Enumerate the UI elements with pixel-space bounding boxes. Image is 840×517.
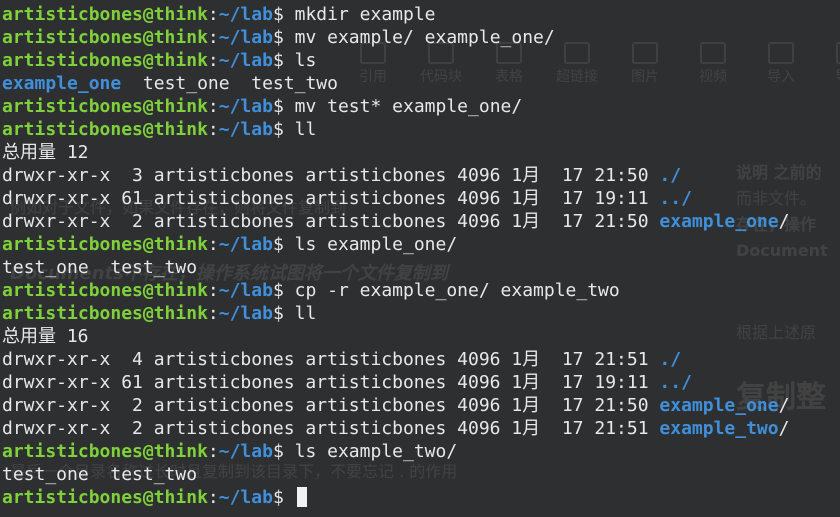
output-line: 总用量 12 [2,141,789,164]
prompt-line: artisticbones@think:~/lab$ cp -r example… [2,279,789,302]
listing-columns: drwxr-xr-x 61 artisticbones artisticbone… [2,188,660,209]
prompt-symbol: $ [272,441,295,462]
prompt-path: ~/lab [218,50,273,71]
prompt-separator: : [207,234,219,255]
text-cursor [296,487,307,507]
prompt-user-host: artisticbones@think [2,441,208,462]
directory-name: example_two [659,418,779,439]
prompt-user-host: artisticbones@think [2,303,208,324]
command-text: ll [294,119,317,140]
output-line: example_one test_one test_two [2,72,789,95]
prompt-symbol: $ [272,487,295,508]
prompt-user-host: artisticbones@think [2,119,208,140]
output-text: test_one test_two [2,257,198,278]
prompt-path: ~/lab [218,303,273,324]
directory-name: example_one [659,211,779,232]
path-suffix: / [778,211,790,232]
prompt-symbol: $ [272,96,295,117]
listing-columns: drwxr-xr-x 2 artisticbones artisticbones… [2,418,660,439]
path-suffix: / [778,418,790,439]
directory-name: example_one [2,73,122,94]
prompt-symbol: $ [272,234,295,255]
prompt-separator: : [207,119,219,140]
prompt-user-host: artisticbones@think [2,96,208,117]
prompt-line: artisticbones@think:~/lab$ mv test* exam… [2,95,789,118]
prompt-symbol: $ [272,119,295,140]
output-line: drwxr-xr-x 2 artisticbones artisticbones… [2,210,789,233]
output-line: drwxr-xr-x 61 artisticbones artisticbone… [2,371,789,394]
output-line: test_one test_two [2,256,789,279]
output-line: drwxr-xr-x 3 artisticbones artisticbones… [2,164,789,187]
output-text: 总用量 16 [2,326,89,347]
prompt-separator: : [207,303,219,324]
toolbar-icon [836,42,840,64]
prompt-symbol: $ [272,280,295,301]
command-text: mv example/ example_one/ [294,27,555,48]
directory-name: ../ [659,372,692,393]
ghost-toolbar-label: 导出 [835,69,840,85]
output-line: 总用量 16 [2,325,789,348]
prompt-path: ~/lab [218,234,273,255]
prompt-symbol: $ [272,27,295,48]
output-line: test_one test_two [2,463,789,486]
listing-columns: drwxr-xr-x 3 artisticbones artisticbones… [2,165,660,186]
prompt-line: artisticbones@think:~/lab$ ll [2,118,789,141]
prompt-symbol: $ [272,50,295,71]
listing-columns: drwxr-xr-x 2 artisticbones artisticbones… [2,211,660,232]
output-line: drwxr-xr-x 61 artisticbones artisticbone… [2,187,789,210]
command-text: ls example_one/ [294,234,458,255]
prompt-separator: : [207,4,219,25]
output-line: drwxr-xr-x 4 artisticbones artisticbones… [2,348,789,371]
prompt-separator: : [207,487,219,508]
prompt-user-host: artisticbones@think [2,234,208,255]
prompt-path: ~/lab [218,27,273,48]
prompt-user-host: artisticbones@think [2,280,208,301]
output-line: drwxr-xr-x 2 artisticbones artisticbones… [2,394,789,417]
prompt-separator: : [207,280,219,301]
output-line: drwxr-xr-x 2 artisticbones artisticbones… [2,417,789,440]
directory-name: ./ [659,349,682,370]
prompt-line: artisticbones@think:~/lab$ ls [2,49,789,72]
directory-name: ./ [659,165,682,186]
prompt-line: artisticbones@think:~/lab$ mv example/ e… [2,26,789,49]
listing-columns: drwxr-xr-x 61 artisticbones artisticbone… [2,372,660,393]
prompt-user-host: artisticbones@think [2,50,208,71]
prompt-separator: : [207,50,219,71]
prompt-path: ~/lab [218,280,273,301]
prompt-path: ~/lab [218,441,273,462]
path-suffix: / [778,395,790,416]
prompt-path: ~/lab [218,487,273,508]
ghost-toolbar-item: 导出 [826,42,840,86]
prompt-user-host: artisticbones@think [2,4,208,25]
directory-name: ../ [659,188,692,209]
prompt-symbol: $ [272,4,295,25]
prompt-symbol: $ [272,303,295,324]
prompt-line: artisticbones@think:~/lab$ ll [2,302,789,325]
command-text: ls example_two/ [294,441,458,462]
file-name: test_one test_two [121,73,338,94]
output-text: test_one test_two [2,464,198,485]
prompt-separator: : [207,27,219,48]
prompt-line: artisticbones@think:~/lab$ mkdir example [2,3,789,26]
directory-name: example_one [659,395,779,416]
prompt-line: artisticbones@think:~/lab$ ls example_on… [2,233,789,256]
prompt-line: artisticbones@think:~/lab$ ls example_tw… [2,440,789,463]
listing-columns: drwxr-xr-x 2 artisticbones artisticbones… [2,395,660,416]
prompt-user-host: artisticbones@think [2,27,208,48]
prompt-path: ~/lab [218,4,273,25]
prompt-path: ~/lab [218,96,273,117]
command-text: ls [294,50,317,71]
prompt-separator: : [207,441,219,462]
command-text: mv test* example_one/ [294,96,523,117]
prompt-separator: : [207,96,219,117]
prompt-path: ~/lab [218,119,273,140]
listing-columns: drwxr-xr-x 4 artisticbones artisticbones… [2,349,660,370]
prompt-user-host: artisticbones@think [2,487,208,508]
command-text: cp -r example_one/ example_two [294,280,620,301]
command-text: mkdir example [294,4,436,25]
output-text: 总用量 12 [2,142,89,163]
prompt-line: artisticbones@think:~/lab$ [2,486,789,509]
terminal-output[interactable]: artisticbones@think:~/lab$ mkdir example… [2,3,789,509]
command-text: ll [294,303,317,324]
